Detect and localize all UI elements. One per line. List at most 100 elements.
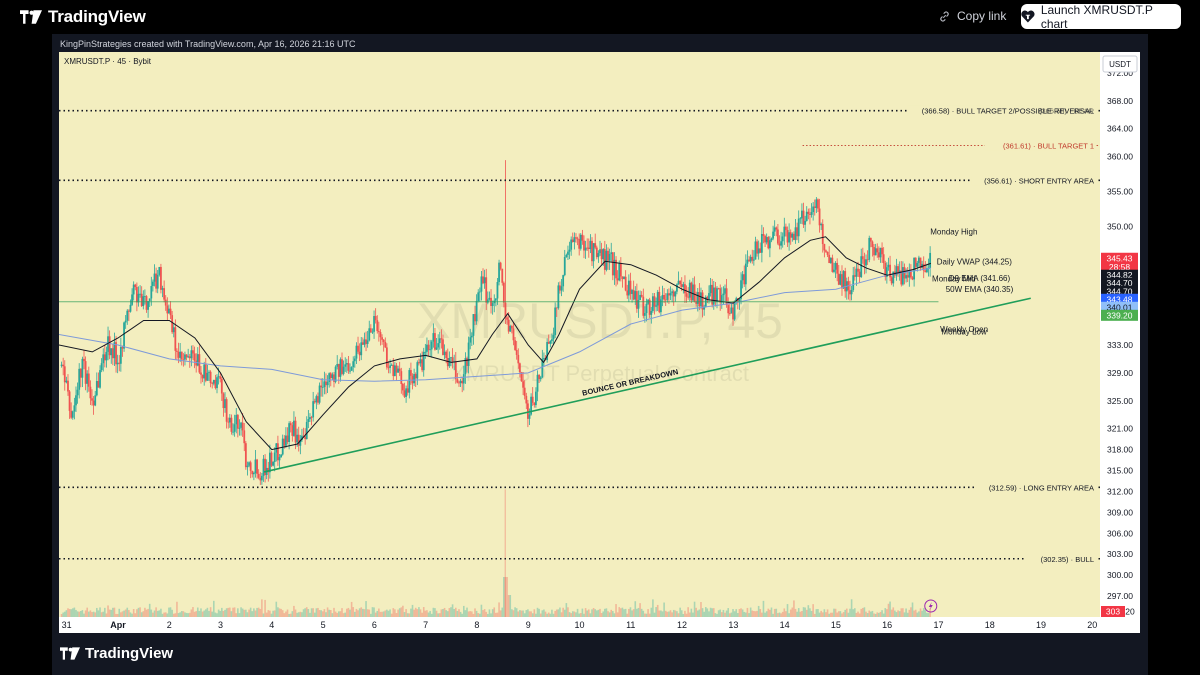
- y-tick-label: 333.00: [1107, 340, 1133, 350]
- volume-bar: [772, 613, 774, 617]
- volume-bar: [429, 610, 431, 617]
- footer-tradingview-logo[interactable]: TradingView: [60, 645, 173, 662]
- volume-bar: [376, 610, 379, 617]
- y-tick-label: 300.00: [1107, 570, 1133, 580]
- volume-bar: [846, 608, 848, 617]
- volume-bar: [131, 613, 133, 617]
- volume-bar: [430, 613, 433, 617]
- candle-body: [177, 351, 180, 358]
- candle-body: [469, 337, 472, 343]
- volume-bar: [581, 608, 584, 617]
- price-chart[interactable]: XMRUSDT.P, 45XMRUSDT Perpetual ContractB…: [0, 0, 1200, 675]
- candle-body: [280, 454, 283, 458]
- volume-bar: [456, 610, 459, 617]
- volume-bar: [578, 613, 580, 617]
- candle-body: [842, 271, 845, 289]
- candle-body: [201, 374, 204, 379]
- volume-bar: [208, 610, 210, 617]
- volume-badge-suffix: 20: [1125, 607, 1135, 617]
- volume-bar: [716, 613, 718, 617]
- volume-bar: [261, 599, 263, 617]
- candle-body: [86, 373, 89, 384]
- volume-bar: [136, 609, 138, 617]
- level-label-2: (361.61) · BULL TARGET 1: [1003, 141, 1094, 150]
- volume-bar: [688, 612, 691, 617]
- candle-body: [547, 341, 550, 344]
- candle-body: [756, 241, 758, 254]
- x-tick-label: 18: [985, 620, 995, 630]
- y-tick-label: 364.00: [1107, 124, 1133, 134]
- candle-body: [498, 262, 500, 283]
- candle-body: [402, 384, 404, 391]
- volume-bar: [639, 603, 641, 617]
- volume-bar: [754, 611, 757, 617]
- candle-body: [435, 347, 438, 350]
- candle-body: [836, 262, 839, 274]
- volume-bar: [195, 611, 197, 617]
- volume-bar: [63, 611, 66, 617]
- volume-bar: [653, 612, 656, 617]
- candle-body: [828, 254, 831, 264]
- volume-bar: [749, 607, 752, 617]
- volume-bar: [512, 610, 515, 617]
- y-tick-label: 312.00: [1107, 486, 1133, 496]
- candle-body: [760, 234, 763, 253]
- volume-bar: [81, 610, 84, 617]
- volume-bar: [462, 605, 465, 617]
- y-tick-label: 306.00: [1107, 528, 1133, 538]
- candle-body: [296, 434, 299, 443]
- candle-body: [421, 359, 424, 371]
- volume-bar: [342, 613, 345, 617]
- volume-bar: [890, 609, 893, 617]
- volume-bar: [200, 608, 202, 617]
- volume-bar: [535, 613, 537, 617]
- volume-bar: [751, 610, 754, 617]
- candle-body: [451, 357, 454, 363]
- volume-bar: [913, 610, 915, 617]
- candle-body: [592, 243, 595, 262]
- candle-body: [84, 361, 87, 384]
- volume-bar: [905, 608, 907, 617]
- candle-body: [196, 354, 199, 366]
- volume-bar: [652, 599, 654, 617]
- candle-body: [728, 313, 731, 314]
- candle-body: [353, 358, 356, 362]
- volume-bar: [740, 608, 742, 617]
- volume-bar: [426, 610, 428, 617]
- candle-body: [111, 348, 114, 359]
- volume-bar: [671, 612, 673, 617]
- volume-bar: [761, 612, 763, 617]
- candle-body: [317, 396, 319, 403]
- volume-bar: [475, 610, 478, 617]
- candle-body: [454, 361, 457, 380]
- volume-bar: [791, 607, 794, 617]
- volume-bar: [599, 608, 601, 617]
- watermark-description: XMRUSDT Perpetual Contract: [451, 361, 749, 386]
- candle-body: [209, 371, 212, 384]
- volume-bar: [511, 609, 513, 617]
- x-tick-label: 17: [933, 620, 943, 630]
- candle-body: [924, 270, 927, 273]
- volume-bar: [414, 607, 417, 617]
- volume-bar: [307, 609, 310, 617]
- candle-body: [817, 199, 819, 209]
- volume-bar: [461, 613, 463, 617]
- volume-bar: [789, 609, 792, 617]
- volume-bar: [245, 609, 247, 617]
- volume-bar: [352, 607, 355, 617]
- candle-body: [248, 462, 250, 466]
- volume-bar: [632, 609, 635, 617]
- volume-bar: [310, 608, 313, 617]
- candle-body: [655, 305, 658, 307]
- x-tick-label: 4: [269, 620, 274, 630]
- candle-body: [99, 370, 101, 388]
- candle-body: [619, 263, 622, 277]
- volume-bar: [483, 609, 486, 617]
- level-label-bg-0: [1002, 37, 1096, 47]
- candle-body: [220, 378, 223, 394]
- volume-bar: [527, 609, 529, 617]
- volume-bar: [291, 611, 294, 617]
- candle-body: [640, 294, 643, 297]
- candle-body: [204, 364, 207, 381]
- y-tick-label: 329.00: [1107, 368, 1133, 378]
